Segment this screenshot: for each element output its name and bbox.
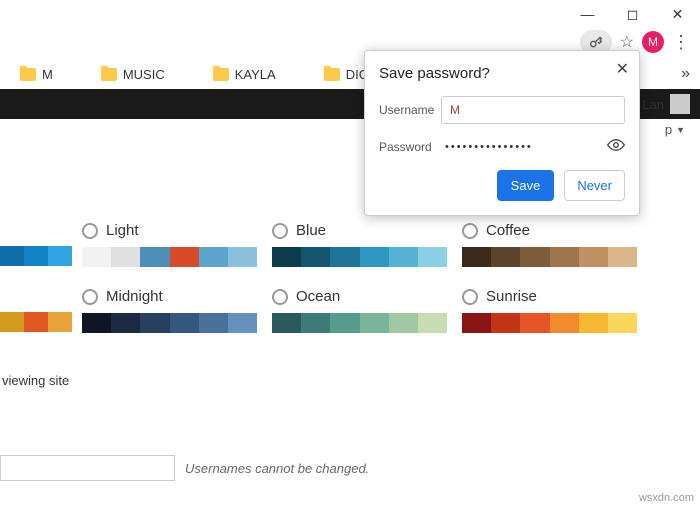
bookmarks-overflow-icon[interactable]: » — [681, 65, 690, 83]
radio-icon[interactable] — [462, 223, 478, 239]
chevron-down-icon: ▼ — [676, 125, 685, 135]
close-window-button[interactable]: ✕ — [655, 0, 700, 28]
folder-icon — [213, 68, 229, 81]
theme-option[interactable]: Blue — [272, 222, 452, 267]
theme-label: Light — [106, 222, 139, 239]
theme-option[interactable]: Ocean — [272, 288, 452, 333]
username-label: Username — [379, 103, 441, 117]
theme-swatch — [82, 247, 257, 267]
theme-swatch — [272, 313, 447, 333]
bookmark-label: MUSIC — [123, 67, 165, 82]
bookmark-item[interactable]: KAYLA — [213, 67, 276, 82]
password-label: Password — [379, 140, 441, 154]
bookmark-label: KAYLA — [235, 67, 276, 82]
theme-swatch — [462, 313, 637, 333]
theme-swatch — [272, 247, 447, 267]
bookmark-label: M — [42, 67, 53, 82]
minimize-button[interactable]: — — [565, 0, 610, 28]
maximize-button[interactable]: ◻ — [610, 0, 655, 28]
theme-swatch — [462, 247, 637, 267]
watermark: wsxdn.com — [639, 492, 694, 504]
dialog-title: Save password? — [379, 65, 625, 82]
theme-label: Midnight — [106, 288, 163, 305]
theme-option[interactable]: Midnight — [82, 288, 262, 333]
username-input[interactable] — [441, 96, 625, 124]
dropdown-label: p — [665, 122, 672, 137]
save-button[interactable]: Save — [497, 170, 555, 201]
never-button[interactable]: Never — [564, 170, 625, 201]
username-note: Usernames cannot be changed. — [185, 461, 369, 476]
radio-icon[interactable] — [82, 223, 98, 239]
bookmark-star-icon[interactable]: ☆ — [620, 32, 634, 52]
site-dropdown[interactable]: p ▼ — [665, 122, 685, 137]
bookmark-item[interactable]: M — [20, 67, 53, 82]
site-user-avatar — [670, 94, 690, 114]
password-value: ••••••••••••••• — [441, 141, 607, 153]
save-password-dialog: ✕ Save password? Username Password •••••… — [364, 50, 640, 216]
theme-swatch-partial — [0, 246, 72, 266]
theme-swatch — [82, 313, 257, 333]
theme-label: Blue — [296, 222, 326, 239]
viewing-site-label: viewing site — [2, 373, 69, 388]
radio-icon[interactable] — [272, 289, 288, 305]
profile-avatar[interactable]: M — [642, 31, 664, 53]
bookmark-item[interactable]: MUSIC — [101, 67, 165, 82]
theme-label: Coffee — [486, 222, 530, 239]
theme-option[interactable]: Light — [82, 222, 262, 267]
radio-icon[interactable] — [272, 223, 288, 239]
browser-menu-icon[interactable]: ⋮ — [672, 32, 690, 53]
site-user-area[interactable]: u Lan — [631, 89, 690, 119]
theme-option[interactable]: Coffee — [462, 222, 642, 267]
radio-icon[interactable] — [462, 289, 478, 305]
folder-icon — [324, 68, 340, 81]
dialog-close-button[interactable]: ✕ — [616, 59, 629, 79]
theme-label: Sunrise — [486, 288, 537, 305]
theme-swatch-partial — [0, 312, 72, 332]
theme-label: Ocean — [296, 288, 340, 305]
reveal-password-icon[interactable] — [607, 136, 625, 158]
username-field[interactable] — [0, 455, 175, 481]
theme-option[interactable]: Sunrise — [462, 288, 642, 333]
folder-icon — [101, 68, 117, 81]
folder-icon — [20, 68, 36, 81]
radio-icon[interactable] — [82, 289, 98, 305]
